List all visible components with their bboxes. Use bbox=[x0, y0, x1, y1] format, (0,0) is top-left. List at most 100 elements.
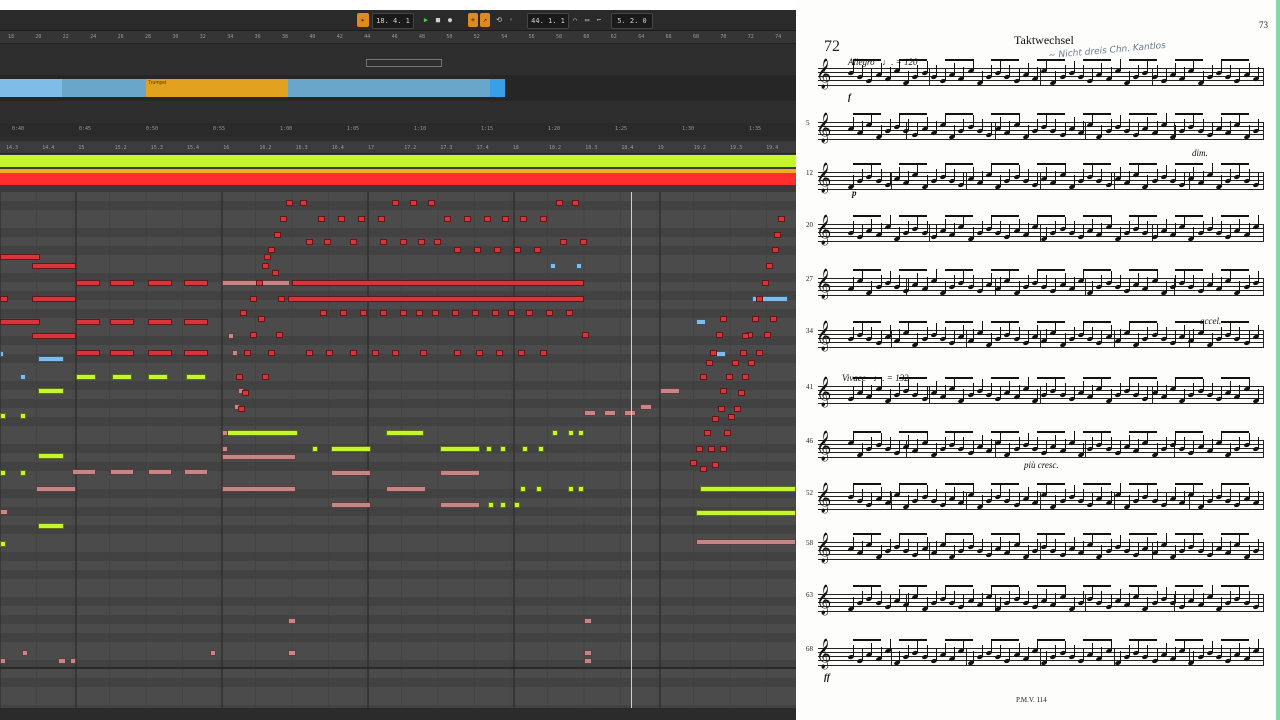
midi-note[interactable] bbox=[486, 446, 492, 452]
midi-note[interactable] bbox=[742, 374, 749, 380]
midi-note[interactable] bbox=[250, 296, 257, 302]
midi-note[interactable] bbox=[550, 263, 556, 269]
midi-note[interactable] bbox=[32, 296, 76, 302]
midi-note[interactable] bbox=[428, 200, 435, 206]
midi-note[interactable] bbox=[582, 332, 589, 338]
midi-note[interactable] bbox=[508, 310, 515, 316]
midi-note[interactable] bbox=[416, 310, 423, 316]
midi-note[interactable] bbox=[110, 319, 134, 325]
midi-note[interactable] bbox=[0, 296, 8, 302]
midi-note[interactable] bbox=[32, 263, 76, 269]
midi-note[interactable] bbox=[546, 310, 553, 316]
midi-note[interactable] bbox=[696, 510, 796, 516]
midi-note[interactable] bbox=[576, 263, 582, 269]
record-icon[interactable]: ● bbox=[445, 13, 455, 27]
loop-start[interactable]: 44. 1. 1 bbox=[527, 13, 569, 29]
midi-note[interactable] bbox=[58, 658, 66, 664]
midi-note[interactable] bbox=[148, 350, 172, 356]
midi-note[interactable] bbox=[262, 374, 269, 380]
midi-note[interactable] bbox=[716, 332, 723, 338]
midi-note[interactable] bbox=[560, 239, 567, 245]
midi-note[interactable] bbox=[288, 650, 296, 656]
midi-note[interactable] bbox=[540, 350, 547, 356]
midi-note[interactable] bbox=[264, 254, 271, 260]
midi-note[interactable] bbox=[110, 469, 134, 475]
midi-note[interactable] bbox=[696, 539, 796, 545]
midi-note[interactable] bbox=[0, 541, 6, 547]
midi-note[interactable] bbox=[110, 350, 134, 356]
clip-blue-2[interactable] bbox=[62, 79, 146, 97]
midi-note[interactable] bbox=[440, 502, 480, 508]
midi-note[interactable] bbox=[70, 658, 76, 664]
punch-region[interactable] bbox=[0, 173, 796, 185]
midi-note[interactable] bbox=[556, 200, 563, 206]
midi-note[interactable] bbox=[256, 280, 263, 286]
loop-length[interactable]: 5. 2. 0 bbox=[611, 13, 653, 29]
midi-note[interactable] bbox=[380, 310, 387, 316]
midi-note[interactable] bbox=[770, 316, 777, 322]
midi-note[interactable] bbox=[292, 280, 584, 286]
midi-note[interactable] bbox=[306, 239, 313, 245]
midi-note[interactable] bbox=[720, 446, 727, 452]
midi-note[interactable] bbox=[764, 332, 771, 338]
midi-note[interactable] bbox=[148, 469, 172, 475]
midi-note[interactable] bbox=[76, 350, 100, 356]
midi-note[interactable] bbox=[488, 502, 494, 508]
midi-note[interactable] bbox=[454, 350, 461, 356]
reenable-automation-icon[interactable]: ⟲ bbox=[494, 13, 504, 27]
bar-ruler[interactable]: 18 20 22 24 26 28 30 32 34 36 38 40 42 44 46 48 50 52 54 56… bbox=[0, 31, 796, 44]
loop-brace[interactable] bbox=[366, 59, 442, 67]
midi-note[interactable] bbox=[222, 486, 296, 492]
midi-note[interactable] bbox=[700, 374, 707, 380]
midi-note[interactable] bbox=[148, 374, 168, 380]
midi-note[interactable] bbox=[566, 310, 573, 316]
midi-note[interactable] bbox=[444, 216, 451, 222]
midi-note[interactable] bbox=[210, 650, 216, 656]
midi-note[interactable] bbox=[20, 374, 26, 380]
midi-note[interactable] bbox=[72, 469, 96, 475]
midi-note[interactable] bbox=[320, 310, 327, 316]
midi-note[interactable] bbox=[474, 247, 481, 253]
midi-note[interactable] bbox=[440, 446, 480, 452]
midi-note[interactable] bbox=[720, 316, 727, 322]
midi-note[interactable] bbox=[778, 216, 785, 222]
midi-note[interactable] bbox=[432, 310, 439, 316]
midi-note[interactable] bbox=[222, 430, 228, 436]
midi-note[interactable] bbox=[240, 310, 247, 316]
loop-region[interactable] bbox=[0, 155, 796, 167]
midi-note[interactable] bbox=[660, 388, 680, 394]
capture-midi-icon[interactable]: ◦ bbox=[506, 13, 516, 27]
midi-note[interactable] bbox=[522, 446, 528, 452]
midi-note[interactable] bbox=[392, 350, 399, 356]
midi-note[interactable] bbox=[228, 333, 234, 339]
midi-note[interactable] bbox=[0, 254, 40, 260]
midi-note[interactable] bbox=[718, 406, 725, 412]
midi-note[interactable] bbox=[326, 350, 333, 356]
clip-blue-4[interactable] bbox=[490, 79, 505, 97]
midi-note[interactable] bbox=[752, 316, 759, 322]
midi-note[interactable] bbox=[38, 356, 64, 362]
midi-note[interactable] bbox=[20, 413, 26, 419]
midi-note[interactable] bbox=[262, 263, 269, 269]
midi-note[interactable] bbox=[496, 350, 503, 356]
midi-note[interactable] bbox=[20, 470, 26, 476]
midi-note[interactable] bbox=[32, 333, 76, 339]
midi-note[interactable] bbox=[76, 319, 100, 325]
midi-note[interactable] bbox=[500, 502, 506, 508]
midi-note[interactable] bbox=[400, 310, 407, 316]
midi-note[interactable] bbox=[690, 460, 697, 466]
midi-note[interactable] bbox=[350, 350, 357, 356]
midi-note[interactable] bbox=[518, 350, 525, 356]
midi-note[interactable] bbox=[380, 239, 387, 245]
midi-note[interactable] bbox=[734, 406, 741, 412]
midi-note[interactable] bbox=[400, 239, 407, 245]
midi-note[interactable] bbox=[331, 502, 371, 508]
midi-note[interactable] bbox=[748, 360, 755, 366]
midi-note[interactable] bbox=[288, 296, 584, 302]
midi-note[interactable] bbox=[318, 216, 325, 222]
midi-note[interactable] bbox=[440, 470, 480, 476]
midi-note[interactable] bbox=[410, 200, 417, 206]
midi-note[interactable] bbox=[286, 200, 293, 206]
midi-note[interactable] bbox=[700, 486, 796, 492]
midi-note[interactable] bbox=[268, 247, 275, 253]
